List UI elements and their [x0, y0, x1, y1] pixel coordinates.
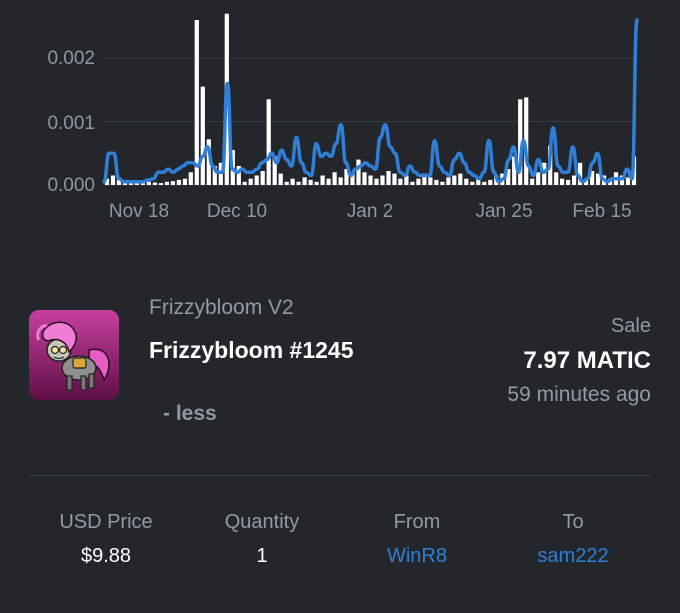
usd-price-stat: USD Price $9.88: [31, 508, 181, 568]
volume-bar: [332, 172, 337, 185]
y-axis-ticks: 0.002 0.001 0.000: [47, 48, 95, 196]
volume-bar: [410, 181, 415, 185]
volume-bar: [625, 177, 631, 185]
volume-bar: [170, 181, 175, 185]
volume-bar: [554, 172, 559, 185]
volume-bar: [158, 183, 163, 185]
to-stat: To sam222: [498, 508, 648, 568]
sale-price: 7.97 MATIC: [523, 347, 651, 374]
volume-bar: [320, 175, 325, 185]
volume-bar: [398, 178, 403, 185]
x-axis-ticks: Nov 18 Dec 10 Jan 2 Jan 25 Feb 15: [109, 201, 632, 222]
volume-bar: [428, 177, 433, 185]
usd-price-value: $9.88: [80, 545, 132, 567]
volume-bar: [386, 171, 391, 185]
volume-bar: [464, 178, 469, 185]
volume-bar: [482, 181, 487, 185]
volume-bar: [530, 178, 535, 185]
volume-bar: [266, 99, 271, 185]
volume-bar: [248, 178, 253, 185]
y-tick-0.001: 0.001: [47, 113, 95, 134]
volume-bar: [110, 175, 116, 185]
volume-bar: [560, 178, 565, 185]
volume-bar: [164, 181, 169, 185]
volume-bar: [338, 177, 343, 185]
nft-thumbnail[interactable]: [29, 310, 119, 400]
quantity-stat: Quantity 1: [187, 508, 337, 568]
volume-bar: [572, 175, 577, 185]
volume-bar: [290, 178, 295, 185]
from-address-link[interactable]: WinR8: [342, 544, 492, 568]
volume-bar: [470, 181, 475, 185]
volume-bar: [242, 181, 247, 185]
volume-bar: [434, 179, 439, 185]
volume-bar: [194, 20, 199, 185]
volume-bar: [296, 181, 301, 185]
to-address-link[interactable]: sam222: [498, 544, 648, 568]
volume-bar: [176, 179, 181, 185]
quantity-label: Quantity: [224, 511, 300, 533]
from-label: From: [393, 511, 441, 533]
volume-bar: [380, 175, 385, 185]
y-tick-0.002: 0.002: [47, 48, 95, 69]
volume-bar: [374, 178, 379, 185]
x-tick-jan-25: Jan 25: [475, 201, 532, 222]
x-tick-nov-18: Nov 18: [109, 201, 169, 222]
volume-bar: [416, 178, 421, 185]
volume-bar: [368, 175, 373, 185]
volume-bar: [356, 159, 361, 185]
volume-bar: [182, 178, 187, 185]
volume-bar: [314, 181, 319, 185]
price-line: [102, 18, 639, 184]
event-type-label: Sale: [610, 315, 651, 337]
volume-bar: [452, 175, 457, 185]
section-divider: [29, 475, 651, 476]
collection-name[interactable]: Frizzybloom V2: [149, 296, 294, 320]
nft-title[interactable]: Frizzybloom #1245: [149, 337, 354, 364]
volume-bar: [200, 86, 205, 185]
volume-bar: [152, 182, 157, 185]
volume-bar: [326, 178, 331, 185]
volume-bar: [284, 181, 289, 185]
from-stat: From WinR8: [342, 508, 492, 568]
volume-bar: [362, 172, 367, 185]
usd-price-label: USD Price: [59, 511, 153, 533]
volume-bar: [440, 181, 445, 185]
x-tick-feb-15: Feb 15: [572, 201, 631, 222]
volume-bar: [254, 175, 259, 185]
x-tick-jan-2: Jan 2: [347, 201, 393, 222]
to-label: To: [562, 511, 584, 533]
volume-bar: [188, 172, 193, 185]
volume-bar: [566, 179, 571, 185]
price-volume-chart: 0.002 0.001 0.000 Nov 18 Dec 10 Jan 2 Ja…: [47, 13, 639, 222]
x-tick-dec-10: Dec 10: [207, 201, 267, 222]
volume-bar: [446, 177, 451, 185]
volume-bar: [146, 181, 151, 185]
volume-bar: [392, 173, 397, 185]
show-less-toggle[interactable]: - less: [163, 402, 217, 426]
volume-bar: [488, 179, 493, 185]
pony-nft-thumbnail-icon: [29, 310, 119, 400]
volume-bar: [308, 179, 313, 185]
volume-bar: [536, 172, 541, 185]
volume-bar: [260, 171, 265, 185]
sale-time-ago: 59 minutes ago: [507, 383, 651, 406]
quantity-value: 1: [256, 545, 268, 567]
y-tick-0.000: 0.000: [47, 175, 95, 196]
volume-bar: [302, 177, 307, 185]
volume-bar: [458, 173, 463, 185]
volume-bar: [278, 173, 283, 185]
